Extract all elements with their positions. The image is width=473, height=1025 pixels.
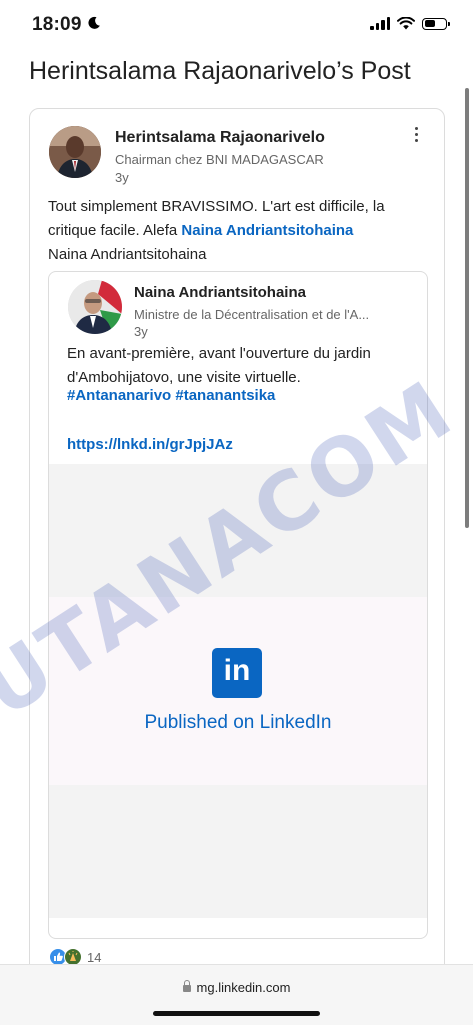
lock-icon <box>182 980 191 992</box>
reaction-count[interactable]: 14 <box>87 950 101 965</box>
url-display[interactable]: mg.linkedin.com <box>0 980 473 995</box>
home-indicator[interactable] <box>153 1011 320 1016</box>
shared-post-age: 3y <box>134 324 148 339</box>
media-preview[interactable]: in Published on LinkedIn <box>49 464 427 918</box>
post-card: Herintsalama Rajaonarivelo Chairman chez… <box>29 108 445 988</box>
post-age: 3y <box>115 170 129 185</box>
status-time: 18:09 <box>32 14 82 35</box>
battery-level <box>424 20 435 27</box>
shared-post-text: En avant-première, avant l'ouverture du … <box>67 345 371 386</box>
hashtag-links[interactable]: #Antananarivo #tananantsika <box>67 387 275 404</box>
shared-author-avatar[interactable] <box>68 280 122 334</box>
author-title: Chairman chez BNI MADAGASCAR <box>115 152 324 167</box>
author-name[interactable]: Herintsalama Rajaonarivelo <box>115 129 325 147</box>
page-title: Herintsalama Rajaonarivelo’s Post <box>29 57 411 85</box>
linkedin-logo-icon: in <box>212 648 262 698</box>
linkedin-logo-text: in <box>223 654 251 687</box>
post-text: Tout simplement BRAVISSIMO. L'art est di… <box>48 195 428 267</box>
shared-post[interactable]: Naina Andriantsitohaina Ministre de la D… <box>48 271 428 939</box>
mention-link[interactable]: Naina Andriantsitohaina <box>181 222 353 239</box>
wifi-icon <box>397 17 415 30</box>
author-avatar[interactable] <box>49 126 101 178</box>
post-text-trailing: Naina Andriantsitohaina <box>48 246 207 263</box>
shared-author-name[interactable]: Naina Andriantsitohaina <box>134 284 306 301</box>
browser-url-bar[interactable]: mg.linkedin.com <box>0 964 473 1025</box>
published-caption: Published on LinkedIn <box>144 712 332 733</box>
shared-author-title: Ministre de la Décentralisation et de l'… <box>134 307 370 322</box>
scrollbar[interactable] <box>465 88 469 528</box>
moon-icon <box>88 16 100 29</box>
shared-url-link[interactable]: https://lnkd.in/grJpjJAz <box>67 436 233 453</box>
url-text[interactable]: mg.linkedin.com <box>197 980 291 995</box>
battery-icon <box>422 17 450 30</box>
status-bar: 18:09 <box>0 0 473 52</box>
signal-icon <box>370 17 390 30</box>
media-placeholder: in Published on LinkedIn <box>49 597 427 785</box>
more-options-icon[interactable] <box>408 123 424 145</box>
